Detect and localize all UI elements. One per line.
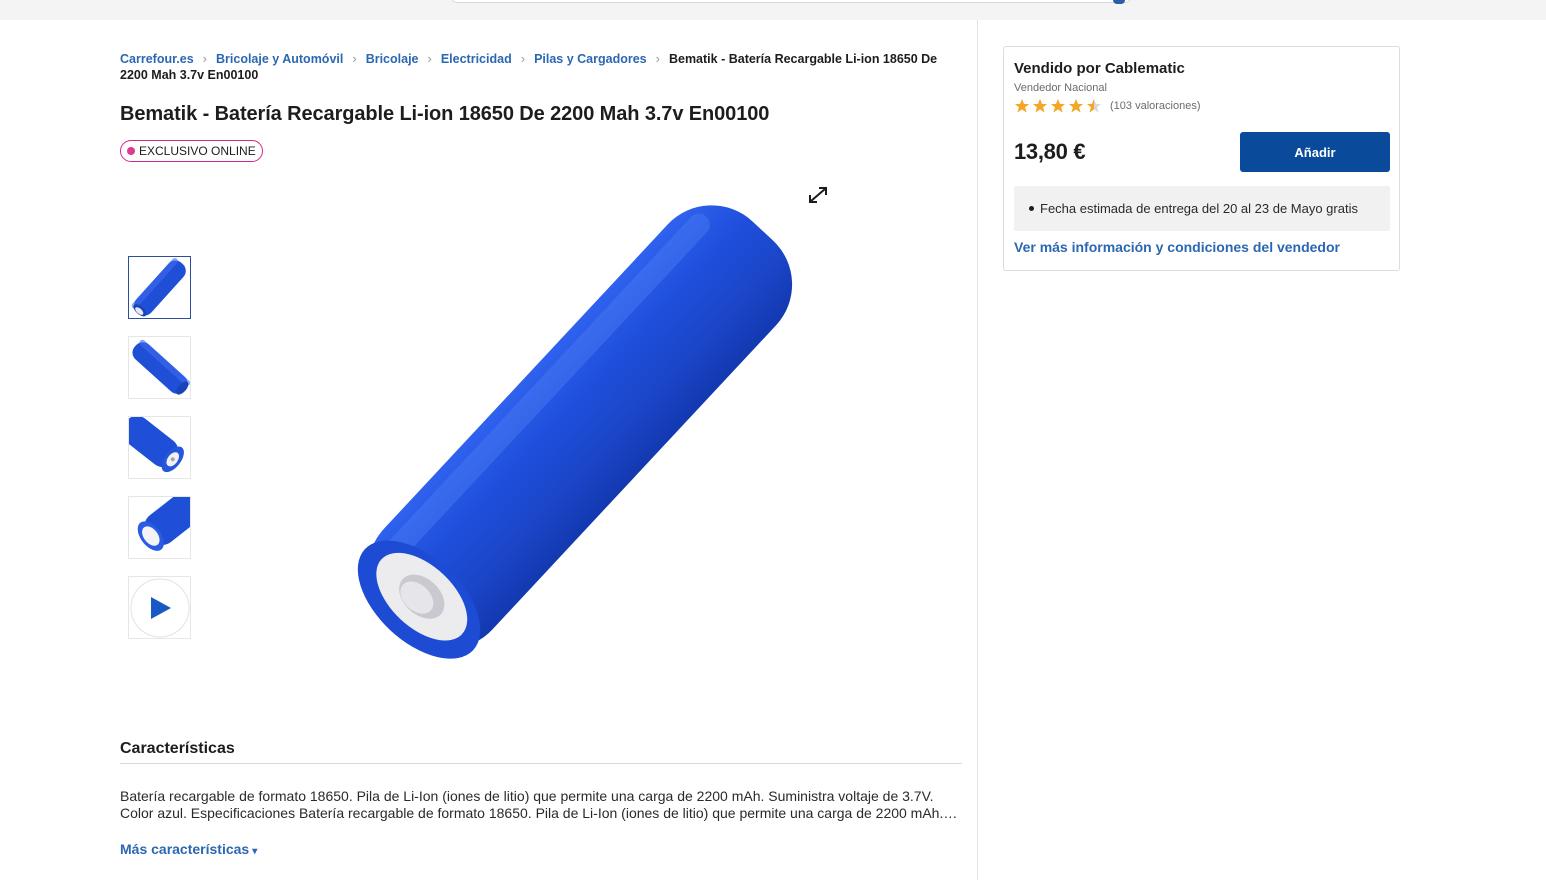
seller-info-link[interactable]: Ver más información y condiciones del ve… — [1014, 239, 1340, 255]
video-thumbnail[interactable] — [128, 576, 191, 639]
star-full-icon — [1069, 99, 1083, 113]
add-to-cart-button[interactable]: Añadir — [1240, 132, 1390, 172]
seller-name[interactable]: Cablematic — [1105, 60, 1185, 77]
breadcrumb-link-electricidad[interactable]: Electricidad — [441, 52, 512, 66]
battery-thumbnail-image — [131, 258, 186, 317]
delivery-text: Fecha estimada de entrega del 20 al 23 d… — [1040, 201, 1358, 216]
description-line-2: Color azul. Especificaciones Batería rec… — [120, 805, 960, 821]
star-half-icon — [1087, 99, 1101, 113]
search-button-edge[interactable] — [1113, 0, 1125, 4]
chevron-right-icon: › — [520, 51, 526, 66]
seller-card: Vendido por Cablematic Vendedor Nacional… — [1003, 46, 1400, 271]
star-full-icon — [1051, 99, 1065, 113]
more-characteristics-link[interactable]: Más características ▾ — [120, 841, 257, 857]
breadcrumb: Carrefour.es › Bricolaje y Automóvil › Brico… — [120, 51, 960, 83]
rating-stars — [1014, 98, 1104, 113]
exclusive-online-badge: EXCLUSIVO ONLINE — [120, 140, 263, 162]
chevron-right-icon: › — [427, 51, 432, 66]
play-icon — [130, 578, 190, 638]
breadcrumb-current-line2: 2200 Mah 3.7v En00100 — [120, 68, 259, 82]
breadcrumb-current-line1: Bematik - Batería Recargable Li-ion 1865… — [668, 52, 938, 66]
caret-down-icon: ▾ — [252, 846, 258, 857]
thumbnail-list — [128, 256, 194, 656]
seller-rating[interactable]: (103 valoraciones) — [1014, 98, 1201, 113]
bullet-icon — [1029, 206, 1034, 211]
breadcrumb-link-pilas-cargadores[interactable]: Pilas y Cargadores — [534, 52, 647, 66]
star-full-icon — [1015, 99, 1029, 113]
thumbnail-3[interactable] — [128, 416, 191, 479]
product-title: Bematik - Batería Recargable Li-ion 1865… — [120, 103, 770, 125]
chevron-right-icon: › — [202, 51, 207, 66]
expand-icon[interactable] — [808, 186, 828, 204]
chevron-right-icon: › — [352, 51, 357, 66]
battery-thumbnail-image — [137, 497, 190, 551]
sold-by-label: Vendido por — [1014, 60, 1101, 77]
breadcrumb-link-home[interactable]: Carrefour.es — [120, 52, 194, 66]
characteristics-description: Batería recargable de formato 18650. Pil… — [120, 788, 960, 822]
star-full-icon — [1033, 99, 1047, 113]
section-divider — [120, 763, 962, 764]
seller-type: Vendedor Nacional — [1014, 82, 1107, 94]
description-line-1: Batería recargable de formato 18650. Pil… — [120, 788, 934, 804]
column-divider — [977, 20, 978, 880]
main-product-image[interactable] — [290, 165, 880, 695]
thumbnail-1[interactable] — [128, 256, 191, 319]
thumbnail-2[interactable] — [128, 336, 191, 399]
seller-heading: Vendido por Cablematic — [1014, 60, 1185, 77]
battery-image — [357, 205, 793, 659]
chevron-right-icon: › — [655, 51, 660, 66]
more-characteristics-label: Más características — [120, 841, 250, 857]
delivery-info: Fecha estimada de entrega del 20 al 23 d… — [1014, 186, 1390, 231]
search-bar-edge[interactable] — [450, 0, 1132, 4]
characteristics-title: Características — [120, 740, 235, 757]
rating-count: (103 valoraciones) — [1110, 99, 1201, 112]
price: 13,80 € — [1014, 139, 1086, 164]
badge-dot-icon — [127, 147, 135, 155]
top-header-strip — [0, 0, 1546, 20]
breadcrumb-link-bricolaje-automovil[interactable]: Bricolaje y Automóvil — [216, 52, 343, 66]
thumbnail-4[interactable] — [128, 496, 191, 559]
badge-label: EXCLUSIVO ONLINE — [139, 144, 256, 158]
breadcrumb-link-bricolaje[interactable]: Bricolaje — [366, 52, 419, 66]
battery-thumbnail-image — [129, 417, 184, 473]
battery-thumbnail-image — [132, 339, 190, 395]
